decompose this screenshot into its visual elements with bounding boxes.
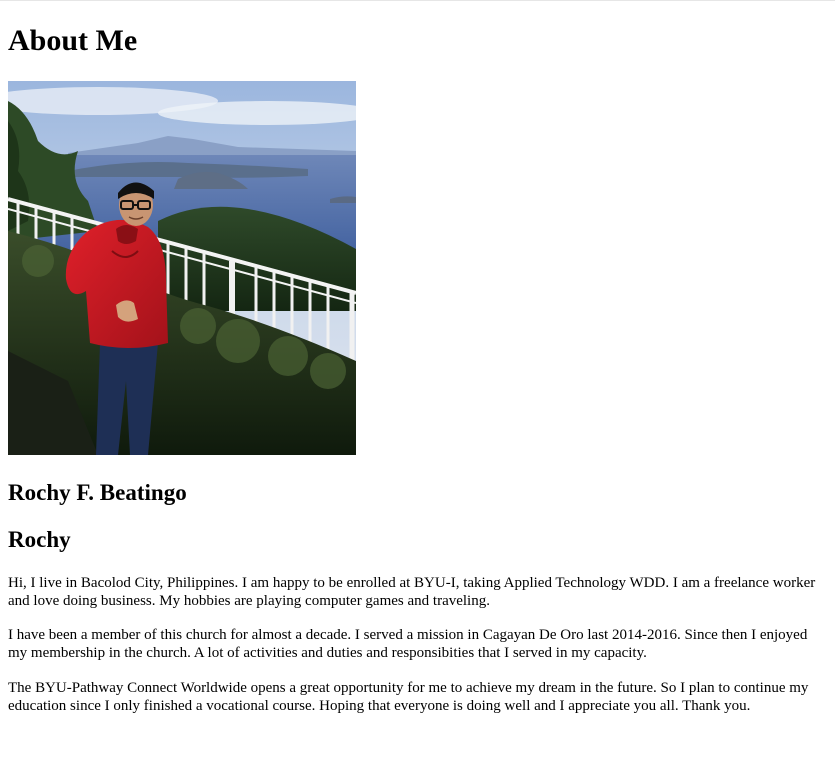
bio-paragraph: The BYU-Pathway Connect Worldwide opens … [8,680,809,714]
top-divider [0,0,835,1]
full-name-heading: Rochy F. Beatingo [8,480,187,505]
nickname-heading: Rochy [8,527,71,552]
bio-paragraph: I have been a member of this church for … [8,627,808,661]
bio-paragraph: Hi, I live in Bacolod City, Philippines.… [8,575,816,609]
profile-photo [8,81,356,455]
page-title: About Me [8,24,138,57]
